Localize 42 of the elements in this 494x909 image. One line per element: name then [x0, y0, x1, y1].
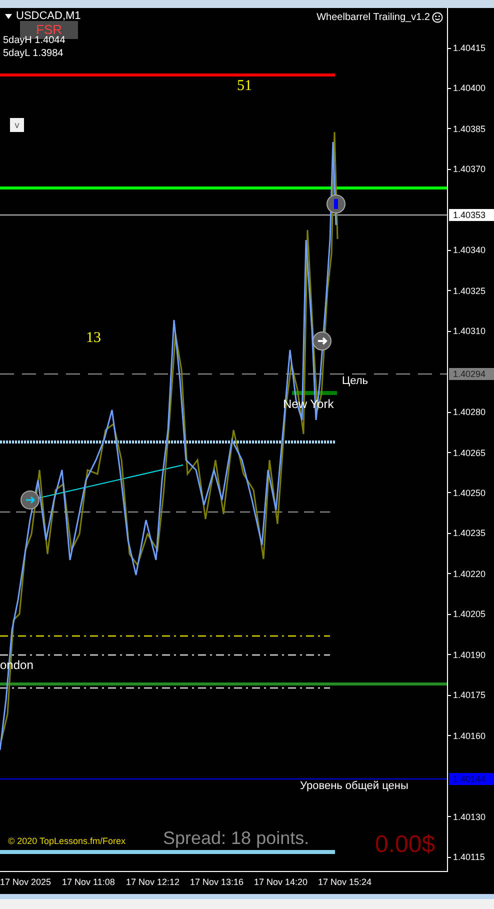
price-tick: 1.40265: [453, 446, 486, 458]
price-tick: 1.40280: [453, 406, 486, 418]
price-tick: 1.40400: [453, 82, 486, 94]
price-tick: 1.40115: [453, 851, 485, 863]
level-label: Уровень общей цены: [300, 781, 408, 792]
price-tick: 1.40160: [453, 730, 486, 742]
price-tick: 1.40130: [453, 810, 486, 823]
level-number: 51: [237, 79, 252, 94]
time-tick: 17 Nov 15:24: [318, 876, 373, 890]
price-tick: 1.40220: [453, 568, 486, 580]
time-tick: 17 Nov 2025: [0, 876, 52, 890]
price-tick: 1.40415: [453, 42, 486, 54]
dropdown-icon[interactable]: [5, 14, 12, 19]
price-tick: 1.40385: [453, 122, 486, 135]
price-tick: 1.40340: [453, 244, 486, 256]
price-tick: 1.40370: [453, 163, 486, 176]
price-tick: 1.40190: [453, 648, 486, 661]
time-tick: 17 Nov 11:08: [62, 876, 116, 890]
profit-text: 0.00$: [375, 833, 436, 857]
expert-name: Wheelbarrel Trailing_v1.2: [316, 11, 430, 25]
level-number: 13: [86, 331, 101, 346]
target-label: Цель: [342, 376, 368, 387]
time-tick: 17 Nov 12:12: [126, 876, 181, 890]
time-tick: 17 Nov 13:16: [190, 876, 245, 890]
copyright-text: © 2020 TopLessons.fm/Forex: [8, 837, 126, 846]
price-tick: 1.40250: [453, 486, 486, 499]
spread-text: Spread: 18 points.: [163, 829, 310, 847]
price-tick: 1.40310: [453, 325, 486, 338]
toggle-button[interactable]: v: [10, 118, 24, 132]
price-marker: 1.40144: [449, 773, 494, 785]
price-marker: 1.40353: [449, 209, 494, 221]
session-bar: [292, 391, 337, 395]
marker-icon: [326, 194, 346, 214]
symbol-label: USDCAD,M1: [16, 11, 81, 22]
price-tick: 1.40205: [453, 608, 486, 620]
price-tick: 1.40175: [453, 689, 486, 702]
smiley-icon: [432, 12, 443, 23]
price-tick: 1.40325: [453, 284, 486, 297]
price-tick: 1.40235: [453, 527, 486, 540]
info-label: 5dayL 1.3984: [3, 47, 64, 60]
time-tick: 17 Nov 14:20: [254, 876, 309, 890]
price-marker: 1.40294: [449, 368, 494, 380]
